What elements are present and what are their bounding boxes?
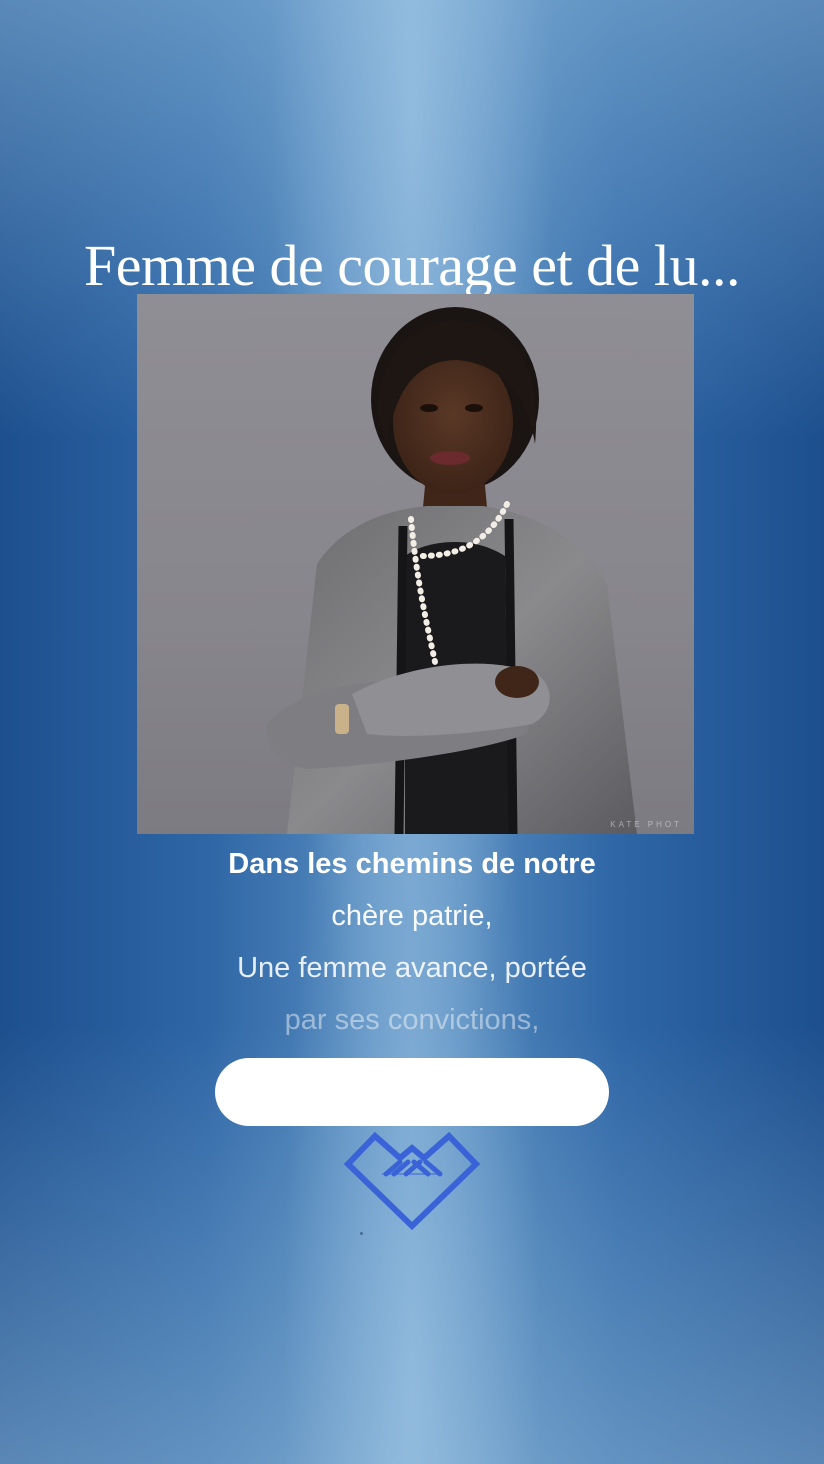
action-pill-button[interactable]: [215, 1058, 609, 1126]
decorative-dot: [360, 1232, 363, 1235]
photo-watermark: KATE PHOT: [610, 820, 682, 829]
portrait-photo: KATE PHOT: [137, 294, 694, 834]
diamond-heart-logo-icon: [342, 1128, 482, 1232]
poem-line: chère patrie,: [331, 900, 493, 932]
poem-line: Une femme avance, portée: [237, 952, 587, 984]
story-title: Femme de courage et de lu...: [84, 233, 740, 298]
poem-line: par ses convictions,: [284, 1004, 540, 1036]
poem-line: Dans les chemins de notre: [228, 848, 596, 880]
